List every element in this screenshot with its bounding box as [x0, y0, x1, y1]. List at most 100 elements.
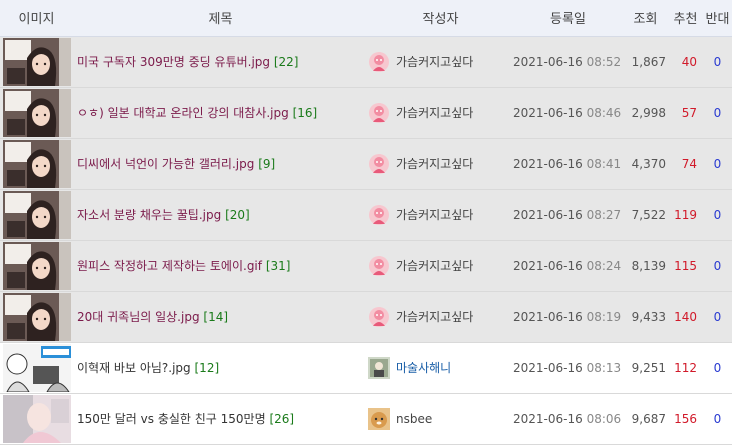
- table-row[interactable]: 자소서 분량 채우는 꿀팁.jpg [20] 가슴커지고싶다 2021-06-1…: [0, 189, 732, 241]
- header-recommend: 추천: [668, 0, 703, 37]
- thumbnail-cell[interactable]: [0, 291, 73, 343]
- title-cell: 150만 달러 vs 충실한 친구 150만명 [26]: [73, 393, 368, 445]
- author-name[interactable]: 가슴커지고싶다: [396, 257, 473, 274]
- post-title-link[interactable]: 150만 달러 vs 충실한 친구 150만명: [73, 412, 266, 426]
- thumbnail-cell[interactable]: [0, 393, 73, 445]
- author-cell[interactable]: 가슴커지고싶다: [368, 36, 513, 88]
- oppose-cell: 0: [703, 291, 732, 343]
- anime-girl-thumb-icon: [3, 292, 71, 341]
- table-row[interactable]: 원피스 작정하고 제작하는 토에이.gif [31] 가슴커지고싶다 2021-…: [0, 240, 732, 292]
- anime-girl-thumb-icon: [3, 139, 71, 188]
- title-cell: 이혁재 바보 아님?.jpg [12]: [73, 342, 368, 394]
- author-name[interactable]: 마술사해니: [396, 359, 451, 376]
- post-title-link[interactable]: 원피스 작정하고 제작하는 토에이.gif: [73, 259, 262, 273]
- recommend-cell: 156: [668, 393, 703, 445]
- views-cell: 1,867: [623, 36, 668, 88]
- header-author: 작성자: [368, 0, 513, 37]
- oppose-cell: 0: [703, 36, 732, 88]
- post-list-table: 이미지 제목 작성자 등록일 조회 추천 반대 미국 구독자 309만명 중딩 …: [0, 0, 732, 445]
- author-cell[interactable]: 가슴커지고싶다: [368, 189, 513, 241]
- author-cell[interactable]: nsbee: [368, 393, 513, 445]
- post-title-link[interactable]: 디씨에서 넉언이 가능한 갤러리.jpg: [73, 157, 254, 171]
- date-cell: 2021-06-16 08:46: [513, 87, 623, 139]
- author-name[interactable]: 가슴커지고싶다: [396, 155, 473, 172]
- recommend-cell: 115: [668, 240, 703, 292]
- table-row[interactable]: 150만 달러 vs 충실한 친구 150만명 [26] nsbee 2021-…: [0, 393, 732, 445]
- oppose-cell: 0: [703, 393, 732, 445]
- thumbnail-cell[interactable]: [0, 342, 73, 394]
- pink-avatar-icon: [369, 102, 389, 123]
- author-name[interactable]: 가슴커지고싶다: [396, 308, 473, 325]
- post-title-link[interactable]: ㅇㅎ) 일본 대학교 온라인 강의 대참사.jpg: [73, 106, 289, 120]
- views-cell: 9,251: [623, 342, 668, 394]
- header-oppose: 반대: [703, 0, 732, 37]
- author-name[interactable]: 가슴커지고싶다: [396, 104, 473, 121]
- table-row[interactable]: 미국 구독자 309만명 중딩 유튜버.jpg [22] 가슴커지고싶다 202…: [0, 36, 732, 88]
- thumbnail-cell[interactable]: [0, 240, 73, 292]
- anime-girl-thumb-icon: [3, 37, 71, 86]
- pink-avatar-icon: [369, 153, 389, 174]
- thumbnail-cell[interactable]: [0, 138, 73, 190]
- views-cell: 9,433: [623, 291, 668, 343]
- author-cell[interactable]: 가슴커지고싶다: [368, 240, 513, 292]
- table-row[interactable]: ㅇㅎ) 일본 대학교 온라인 강의 대참사.jpg [16] 가슴커지고싶다 2…: [0, 87, 732, 139]
- title-cell: 미국 구독자 309만명 중딩 유튜버.jpg [22]: [73, 36, 368, 88]
- views-cell: 9,687: [623, 393, 668, 445]
- date-cell: 2021-06-16 08:24: [513, 240, 623, 292]
- table-row[interactable]: 20대 귀족님의 일상.jpg [14] 가슴커지고싶다 2021-06-16 …: [0, 291, 732, 343]
- comic-thumb-icon: [3, 343, 71, 392]
- title-cell: 자소서 분량 채우는 꿀팁.jpg [20]: [73, 189, 368, 241]
- recommend-cell: 140: [668, 291, 703, 343]
- post-title-link[interactable]: 20대 귀족님의 일상.jpg: [73, 310, 200, 324]
- table-row[interactable]: 이혁재 바보 아님?.jpg [12] 마술사해니 2021-06-16 08:…: [0, 342, 732, 394]
- post-title-link[interactable]: 미국 구독자 309만명 중딩 유튜버.jpg: [73, 55, 270, 69]
- author-cell[interactable]: 가슴커지고싶다: [368, 87, 513, 139]
- title-cell: 20대 귀족님의 일상.jpg [14]: [73, 291, 368, 343]
- magician-avatar-icon: [368, 356, 390, 379]
- date-cell: 2021-06-16 08:13: [513, 342, 623, 394]
- pink-avatar-icon: [369, 255, 389, 276]
- post-title-link[interactable]: 자소서 분량 채우는 꿀팁.jpg: [73, 208, 221, 222]
- author-name[interactable]: 가슴커지고싶다: [396, 53, 473, 70]
- title-cell: ㅇㅎ) 일본 대학교 온라인 강의 대참사.jpg [16]: [73, 87, 368, 139]
- comment-count[interactable]: [22]: [274, 55, 299, 69]
- date-cell: 2021-06-16 08:06: [513, 393, 623, 445]
- date-cell: 2021-06-16 08:27: [513, 189, 623, 241]
- title-cell: 원피스 작정하고 제작하는 토에이.gif [31]: [73, 240, 368, 292]
- thumbnail-cell[interactable]: [0, 36, 73, 88]
- comment-count[interactable]: [12]: [195, 361, 220, 375]
- author-cell[interactable]: 가슴커지고싶다: [368, 138, 513, 190]
- author-name[interactable]: 가슴커지고싶다: [396, 206, 473, 223]
- header-views: 조회: [623, 0, 668, 37]
- date-cell: 2021-06-16 08:19: [513, 291, 623, 343]
- oppose-cell: 0: [703, 342, 732, 394]
- photo-thumb-icon: [3, 394, 71, 443]
- recommend-cell: 40: [668, 36, 703, 88]
- comment-count[interactable]: [26]: [269, 412, 294, 426]
- comment-count[interactable]: [16]: [293, 106, 318, 120]
- thumbnail-cell[interactable]: [0, 87, 73, 139]
- views-cell: 2,998: [623, 87, 668, 139]
- post-title-link[interactable]: 이혁재 바보 아님?.jpg: [73, 361, 191, 375]
- recommend-cell: 74: [668, 138, 703, 190]
- date-cell: 2021-06-16 08:41: [513, 138, 623, 190]
- thumbnail-cell[interactable]: [0, 189, 73, 241]
- author-cell[interactable]: 가슴커지고싶다: [368, 291, 513, 343]
- comment-count[interactable]: [31]: [266, 259, 291, 273]
- views-cell: 7,522: [623, 189, 668, 241]
- dog-avatar-icon: [368, 407, 390, 430]
- oppose-cell: 0: [703, 189, 732, 241]
- recommend-cell: 119: [668, 189, 703, 241]
- comment-count[interactable]: [14]: [203, 310, 228, 324]
- comment-count[interactable]: [20]: [225, 208, 250, 222]
- comment-count[interactable]: [9]: [258, 157, 275, 171]
- title-cell: 디씨에서 넉언이 가능한 갤러리.jpg [9]: [73, 138, 368, 190]
- author-cell[interactable]: 마술사해니: [368, 342, 513, 394]
- table-header-row: 이미지 제목 작성자 등록일 조회 추천 반대: [0, 0, 732, 37]
- views-cell: 8,139: [623, 240, 668, 292]
- recommend-cell: 57: [668, 87, 703, 139]
- anime-girl-thumb-icon: [3, 241, 71, 290]
- table-row[interactable]: 디씨에서 넉언이 가능한 갤러리.jpg [9] 가슴커지고싶다 2021-06…: [0, 138, 732, 190]
- author-name[interactable]: nsbee: [396, 412, 432, 426]
- oppose-cell: 0: [703, 240, 732, 292]
